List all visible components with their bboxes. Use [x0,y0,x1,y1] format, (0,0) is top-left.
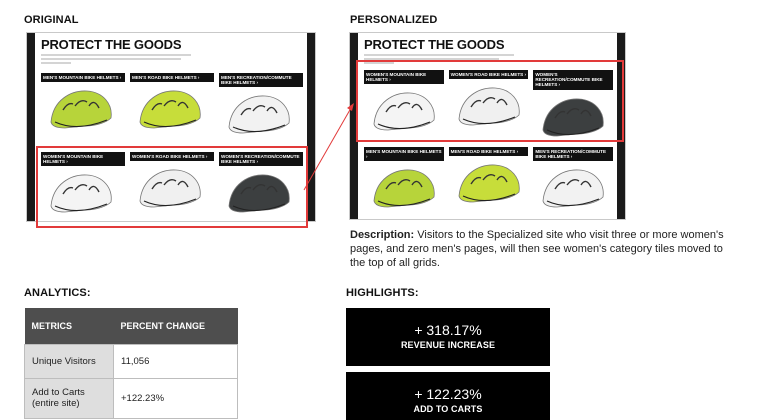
highlights-heading: HIGHLIGHTS: [346,287,419,299]
column-header-metrics: METRICS [24,308,114,344]
highlight-add-to-carts: + 122.23% ADD TO CARTS [346,372,550,420]
metric-cell: Add to Carts (entire site) [24,377,114,419]
description-lead: Description: [350,229,415,241]
value-cell: 11,056 [113,343,238,379]
highlight-revenue: + 318.17% REVENUE INCREASE [346,308,550,366]
highlight-label: REVENUE INCREASE [400,340,496,350]
metric-cell: Unique Visitors [24,343,114,379]
highlight-value: + 318.17% [414,322,482,338]
highlight-label: ADD TO CARTS [413,404,483,414]
analytics-heading: ANALYTICS: [24,287,91,299]
value-cell: +122.23% [113,377,238,419]
column-header-percent-change: PERCENT CHANGE [113,308,238,344]
table-row: Unique Visitors 11,056 [24,343,238,379]
table-row: Add to Carts (entire site) +122.23% [24,377,238,419]
description: Description: Visitors to the Specialized… [350,228,726,270]
highlight-value: + 122.23% [414,386,482,402]
case-study-slide: ORIGINAL PERSONALIZED PROTECT THE GOODS … [0,0,780,420]
analytics-table: METRICS PERCENT CHANGE Unique Visitors 1… [24,308,238,419]
